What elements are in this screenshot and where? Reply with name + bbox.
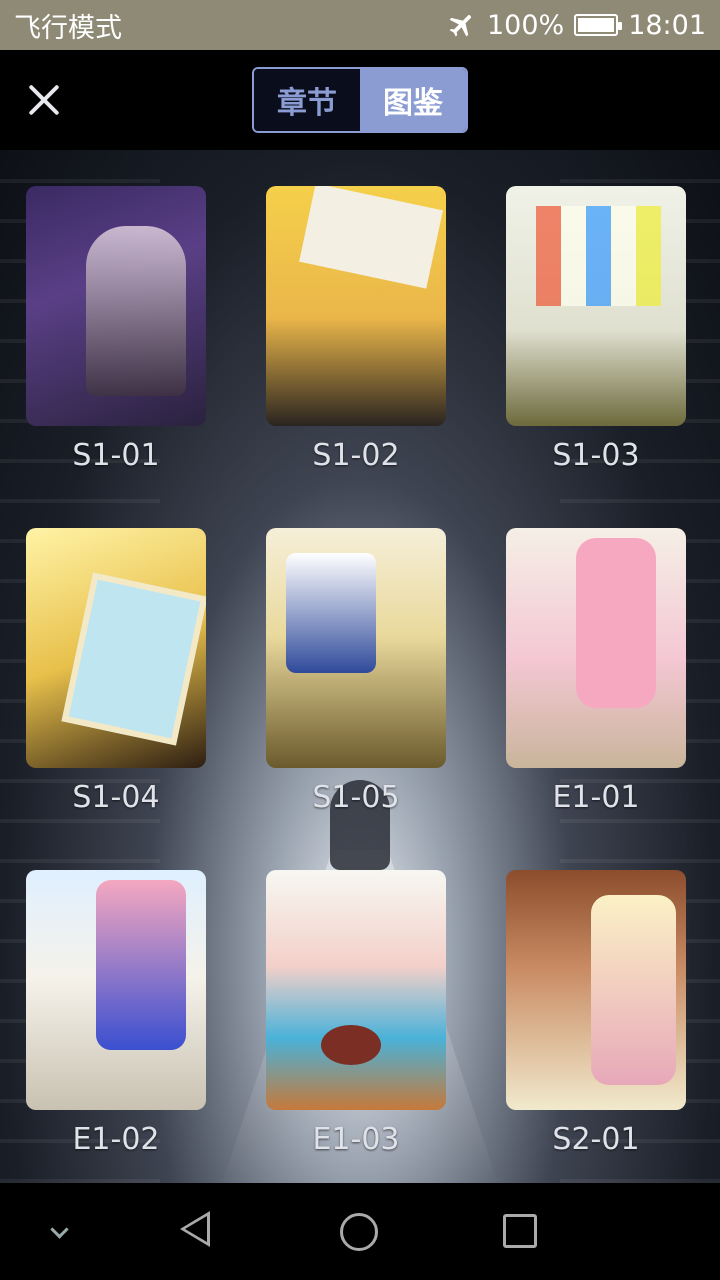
gallery-card-s1-05[interactable]	[266, 528, 446, 768]
battery-icon	[574, 14, 623, 36]
gallery-card-e1-03[interactable]	[266, 870, 446, 1110]
gallery-card-s1-04[interactable]	[26, 528, 206, 768]
gallery-label: S1-01	[72, 438, 160, 473]
chevron-down-icon[interactable]	[50, 1223, 68, 1241]
gallery-card-e1-01[interactable]	[506, 528, 686, 768]
gallery-card-s1-01[interactable]	[26, 186, 206, 426]
battery-percent: 100%	[486, 9, 565, 41]
status-right: 100% 18:01	[447, 10, 706, 41]
back-icon[interactable]	[180, 1211, 210, 1247]
gallery-label: S1-03	[552, 438, 640, 473]
gallery-card-s1-02[interactable]	[266, 186, 446, 426]
recent-apps-icon[interactable]	[503, 1214, 537, 1248]
tab-switch: 章节 图鉴	[252, 67, 468, 133]
home-icon[interactable]	[340, 1213, 378, 1251]
gallery-label: E1-02	[72, 1122, 160, 1157]
gallery-label: S1-02	[312, 438, 400, 473]
tab-chapters[interactable]: 章节	[254, 69, 360, 131]
gallery-card-e1-02[interactable]	[26, 870, 206, 1110]
gallery-grid: S1-01 S1-02 S1-03 S1-04 S1-05 E1-01 E1-0…	[0, 150, 720, 1183]
gallery-label: E1-01	[552, 780, 640, 815]
airplane-icon	[449, 15, 471, 37]
navigation-bar	[0, 1183, 720, 1280]
airplane-mode-label: 飞行模式	[14, 12, 122, 44]
gallery-card-s2-01[interactable]	[506, 870, 686, 1110]
close-icon[interactable]	[22, 78, 66, 122]
top-bar: 章节 图鉴	[0, 50, 720, 150]
gallery-label: S1-05	[312, 780, 400, 815]
gallery-label: E1-03	[312, 1122, 400, 1157]
clock: 18:01	[628, 9, 706, 41]
gallery-label: S2-01	[552, 1122, 640, 1157]
gallery-card-s1-03[interactable]	[506, 186, 686, 426]
tab-gallery[interactable]: 图鉴	[360, 69, 466, 131]
gallery-label: S1-04	[72, 780, 160, 815]
status-bar: 飞行模式 100% 18:01	[0, 0, 720, 50]
